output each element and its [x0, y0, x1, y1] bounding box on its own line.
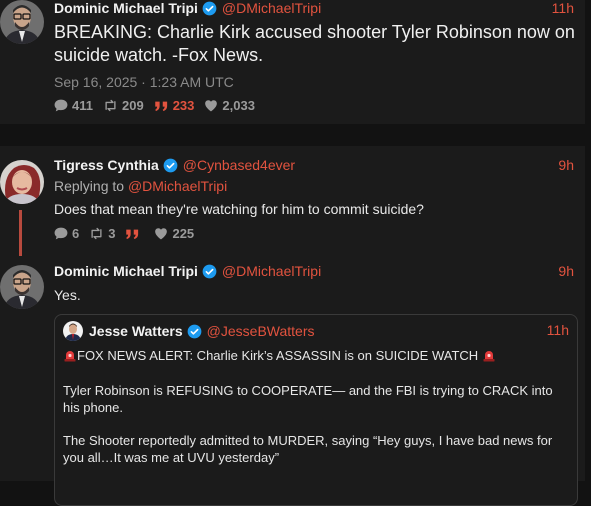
- tweet-time[interactable]: 11h: [547, 322, 569, 338]
- like-count: 2,033: [222, 98, 255, 113]
- tweet-text: Does that mean they're watching for him …: [54, 201, 424, 217]
- tweet-main[interactable]: Dominic Michael Tripi @DMichaelTripi 11h…: [0, 0, 585, 124]
- author-handle[interactable]: @JesseBWatters: [207, 323, 315, 339]
- like-count: 225: [172, 226, 195, 241]
- reply-count: 6: [72, 226, 80, 241]
- author-name[interactable]: Dominic Michael Tripi: [54, 263, 198, 279]
- avatar[interactable]: [0, 160, 44, 204]
- tweet-timestamp[interactable]: Sep 16, 2025 · 1:23 AM UTC: [54, 74, 234, 90]
- repost-button[interactable]: 3: [89, 226, 115, 241]
- quoted-paragraph-3: The Shooter reportedly admitted to MURDE…: [63, 433, 553, 465]
- tweet-time[interactable]: 9h: [558, 157, 574, 173]
- reply-button[interactable]: 6: [54, 226, 79, 241]
- like-button[interactable]: 225: [154, 226, 194, 241]
- quote-icon: [154, 101, 167, 111]
- verified-badge-icon: [202, 264, 217, 279]
- avatar[interactable]: [0, 265, 44, 309]
- comment-icon: [54, 227, 68, 240]
- reply-count: 411: [72, 98, 93, 113]
- repost-icon: [91, 227, 102, 240]
- tweet-time[interactable]: 9h: [558, 263, 574, 279]
- repost-count: 3: [108, 226, 116, 241]
- author-handle[interactable]: @DMichaelTripi: [222, 0, 321, 16]
- quoted-tweet[interactable]: Jesse Watters @JesseBWatters 11h FOX NEW…: [54, 314, 578, 506]
- author-name[interactable]: Tigress Cynthia: [54, 157, 159, 173]
- like-button[interactable]: 2,033: [204, 98, 255, 113]
- tweet-time[interactable]: 11h: [552, 0, 574, 16]
- siren-icon: [482, 348, 496, 366]
- quoted-tweet-text: FOX NEWS ALERT: Charlie Kirk’s ASSASSIN …: [63, 347, 568, 482]
- tweet-text: BREAKING: Charlie Kirk accused shooter T…: [54, 22, 575, 65]
- quote-count: 233: [172, 98, 195, 113]
- author-handle[interactable]: @DMichaelTripi: [222, 263, 321, 279]
- thread-connector-line: [19, 210, 22, 256]
- replying-to-handle[interactable]: @DMichaelTripi: [128, 178, 227, 194]
- tweet-text: Yes.: [54, 287, 81, 303]
- replying-to-prefix: Replying to: [54, 178, 128, 194]
- quoted-paragraph-2: Tyler Robinson is REFUSING to COOPERATE—…: [63, 383, 553, 415]
- heart-icon: [155, 228, 168, 240]
- author-handle[interactable]: @Cynbased4ever: [183, 157, 295, 173]
- author-name[interactable]: Dominic Michael Tripi: [54, 0, 198, 16]
- tweet-stats: 411 209 233 2,033: [54, 98, 265, 113]
- tweet-stats: 6 3 225: [54, 226, 204, 241]
- replying-to: Replying to @DMichaelTripi: [54, 178, 227, 194]
- author-name[interactable]: Jesse Watters: [89, 323, 183, 339]
- comment-icon: [54, 99, 68, 112]
- heart-icon: [205, 100, 218, 112]
- repost-button[interactable]: 209: [103, 98, 144, 113]
- avatar[interactable]: [0, 0, 44, 44]
- quoted-line-1: FOX NEWS ALERT: Charlie Kirk’s ASSASSIN …: [77, 348, 479, 363]
- repost-icon: [105, 99, 116, 112]
- reply-button[interactable]: 411: [54, 98, 93, 113]
- verified-badge-icon: [163, 158, 178, 173]
- quote-button[interactable]: 233: [154, 98, 195, 113]
- reply-thread: Tigress Cynthia @Cynbased4ever 9h Replyi…: [0, 146, 585, 506]
- verified-badge-icon: [187, 324, 202, 339]
- avatar[interactable]: [63, 321, 83, 341]
- quote-icon: [126, 229, 139, 239]
- repost-count: 209: [121, 98, 144, 113]
- quote-button[interactable]: [125, 228, 144, 240]
- siren-icon: [63, 348, 77, 366]
- verified-badge-icon: [202, 1, 217, 16]
